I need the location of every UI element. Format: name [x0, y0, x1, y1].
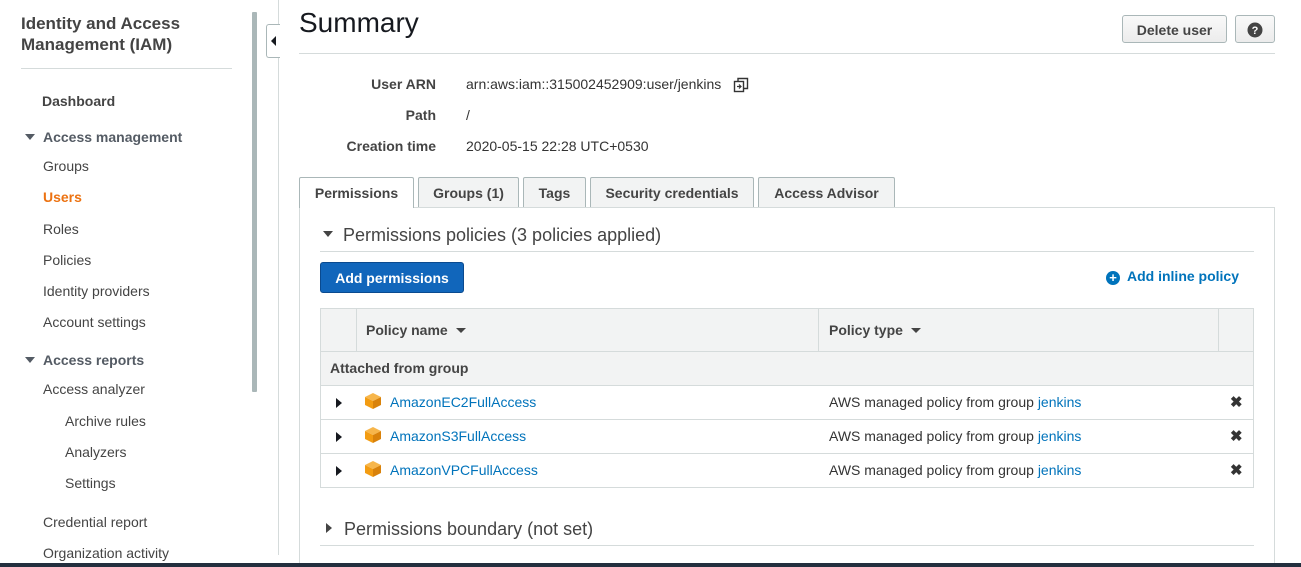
user-arn-value: arn:aws:iam::315002452909:user/jenkins — [466, 76, 749, 93]
sidebar-item-dashboard[interactable]: Dashboard — [42, 93, 115, 109]
tab-permissions[interactable]: Permissions — [299, 177, 414, 208]
table-header: Policy name Policy type — [321, 309, 1253, 352]
sidebar-section-access-reports[interactable]: Access reports — [25, 352, 144, 368]
permissions-boundary-header[interactable]: Permissions boundary (not set) — [323, 519, 593, 540]
policy-name-link[interactable]: AmazonS3FullAccess — [390, 420, 526, 453]
chevron-down-icon — [25, 357, 35, 363]
permissions-boundary-title: Permissions boundary (not set) — [344, 519, 594, 539]
policies-table: Policy name Policy type Attached from gr… — [320, 308, 1254, 488]
column-header-policy-name[interactable]: Policy name — [366, 309, 466, 351]
permissions-policies-title: Permissions policies (3 policies applied… — [343, 225, 662, 245]
policy-name-link[interactable]: AmazonEC2FullAccess — [390, 386, 536, 419]
sidebar-item-identity-providers[interactable]: Identity providers — [43, 283, 150, 299]
copy-icon[interactable] — [733, 77, 749, 93]
delete-user-button[interactable]: Delete user — [1122, 15, 1227, 43]
policy-type-cell: AWS managed policy from group jenkins — [829, 420, 1081, 453]
sidebar: Identity and Access Management (IAM) Das… — [0, 0, 250, 567]
sidebar-item-policies[interactable]: Policies — [43, 252, 91, 268]
creation-time-value: 2020-05-15 22:28 UTC+0530 — [466, 138, 649, 154]
column-separator — [818, 309, 819, 351]
policy-type-text: AWS managed policy from group — [829, 462, 1034, 478]
column-header-label: Policy name — [366, 322, 448, 338]
chevron-down-icon — [323, 231, 333, 237]
group-link[interactable]: jenkins — [1038, 462, 1082, 478]
permissions-policies-header[interactable]: Permissions policies (3 policies applied… — [323, 225, 661, 246]
remove-policy-icon[interactable]: ✖ — [1230, 420, 1243, 453]
table-row: AmazonVPCFullAccess AWS managed policy f… — [321, 454, 1253, 487]
sidebar-item-roles[interactable]: Roles — [43, 221, 79, 237]
remove-policy-icon[interactable]: ✖ — [1230, 454, 1243, 487]
tab-groups[interactable]: Groups (1) — [418, 177, 519, 207]
tab-tags[interactable]: Tags — [523, 177, 586, 207]
user-arn-text: arn:aws:iam::315002452909:user/jenkins — [466, 76, 722, 92]
plus-circle-icon: + — [1106, 271, 1120, 285]
svg-text:?: ? — [1252, 25, 1259, 37]
table-row: AmazonEC2FullAccess AWS managed policy f… — [321, 386, 1253, 420]
group-link[interactable]: jenkins — [1038, 428, 1082, 444]
expand-row-icon[interactable] — [336, 398, 342, 408]
policy-name-link[interactable]: AmazonVPCFullAccess — [390, 454, 538, 487]
page-title: Summary — [299, 7, 419, 38]
policy-type-cell: AWS managed policy from group jenkins — [829, 386, 1081, 419]
sidebar-item-groups[interactable]: Groups — [43, 158, 89, 174]
tab-access-advisor[interactable]: Access Advisor — [758, 177, 895, 207]
policy-type-text: AWS managed policy from group — [829, 428, 1034, 444]
sidebar-item-users[interactable]: Users — [43, 189, 82, 205]
sidebar-divider — [21, 68, 232, 69]
table-row: AmazonS3FullAccess AWS managed policy fr… — [321, 420, 1253, 454]
policy-type-text: AWS managed policy from group — [829, 394, 1034, 410]
sidebar-item-account-settings[interactable]: Account settings — [43, 314, 146, 330]
sidebar-item-archive-rules[interactable]: Archive rules — [65, 413, 146, 429]
group-link[interactable]: jenkins — [1038, 394, 1082, 410]
sort-down-icon — [455, 328, 466, 333]
policy-cube-icon — [365, 461, 381, 477]
group-row: Attached from group — [321, 352, 1253, 386]
sidebar-section-label: Access management — [43, 129, 183, 145]
creation-time-label: Creation time — [346, 138, 436, 154]
sidebar-section-label: Access reports — [43, 352, 145, 368]
expand-row-icon[interactable] — [336, 432, 342, 442]
path-label: Path — [405, 107, 436, 123]
add-inline-policy-link[interactable]: + Add inline policy — [1106, 268, 1239, 285]
chevron-left-icon — [271, 36, 276, 46]
expand-row-icon[interactable] — [336, 466, 342, 476]
section-divider — [320, 545, 1254, 546]
group-label: Attached from group — [330, 360, 469, 376]
sidebar-rail — [278, 0, 279, 555]
chevron-down-icon — [25, 134, 35, 140]
path-value: / — [466, 107, 470, 123]
help-button[interactable]: ? — [1235, 15, 1275, 43]
policy-type-cell: AWS managed policy from group jenkins — [829, 454, 1081, 487]
add-inline-policy-label: Add inline policy — [1127, 268, 1240, 284]
column-header-policy-type[interactable]: Policy type — [829, 309, 921, 351]
window-bottom-border — [0, 563, 1301, 567]
policy-cube-icon — [365, 393, 381, 409]
column-separator — [1218, 309, 1219, 351]
sidebar-section-access-management[interactable]: Access management — [25, 129, 182, 145]
policy-cube-icon — [365, 427, 381, 443]
column-separator — [356, 309, 357, 351]
help-icon: ? — [1247, 22, 1263, 38]
section-divider — [320, 251, 1254, 252]
chevron-right-icon — [326, 523, 332, 533]
sidebar-collapse-button[interactable] — [266, 24, 280, 58]
sidebar-scrollbar[interactable] — [252, 12, 257, 392]
sidebar-item-organization-activity[interactable]: Organization activity — [43, 545, 169, 561]
sidebar-item-access-analyzer[interactable]: Access analyzer — [43, 381, 145, 397]
sidebar-item-credential-report[interactable]: Credential report — [43, 514, 147, 530]
remove-policy-icon[interactable]: ✖ — [1230, 386, 1243, 419]
user-arn-label: User ARN — [371, 76, 436, 92]
tab-security-credentials[interactable]: Security credentials — [590, 177, 754, 207]
sort-down-icon — [910, 328, 921, 333]
sidebar-title: Identity and Access Management (IAM) — [21, 14, 181, 54]
sidebar-item-settings[interactable]: Settings — [65, 475, 116, 491]
sidebar-item-analyzers[interactable]: Analyzers — [65, 444, 126, 460]
title-divider — [299, 53, 1275, 54]
add-permissions-button[interactable]: Add permissions — [320, 262, 464, 293]
column-header-label: Policy type — [829, 322, 903, 338]
